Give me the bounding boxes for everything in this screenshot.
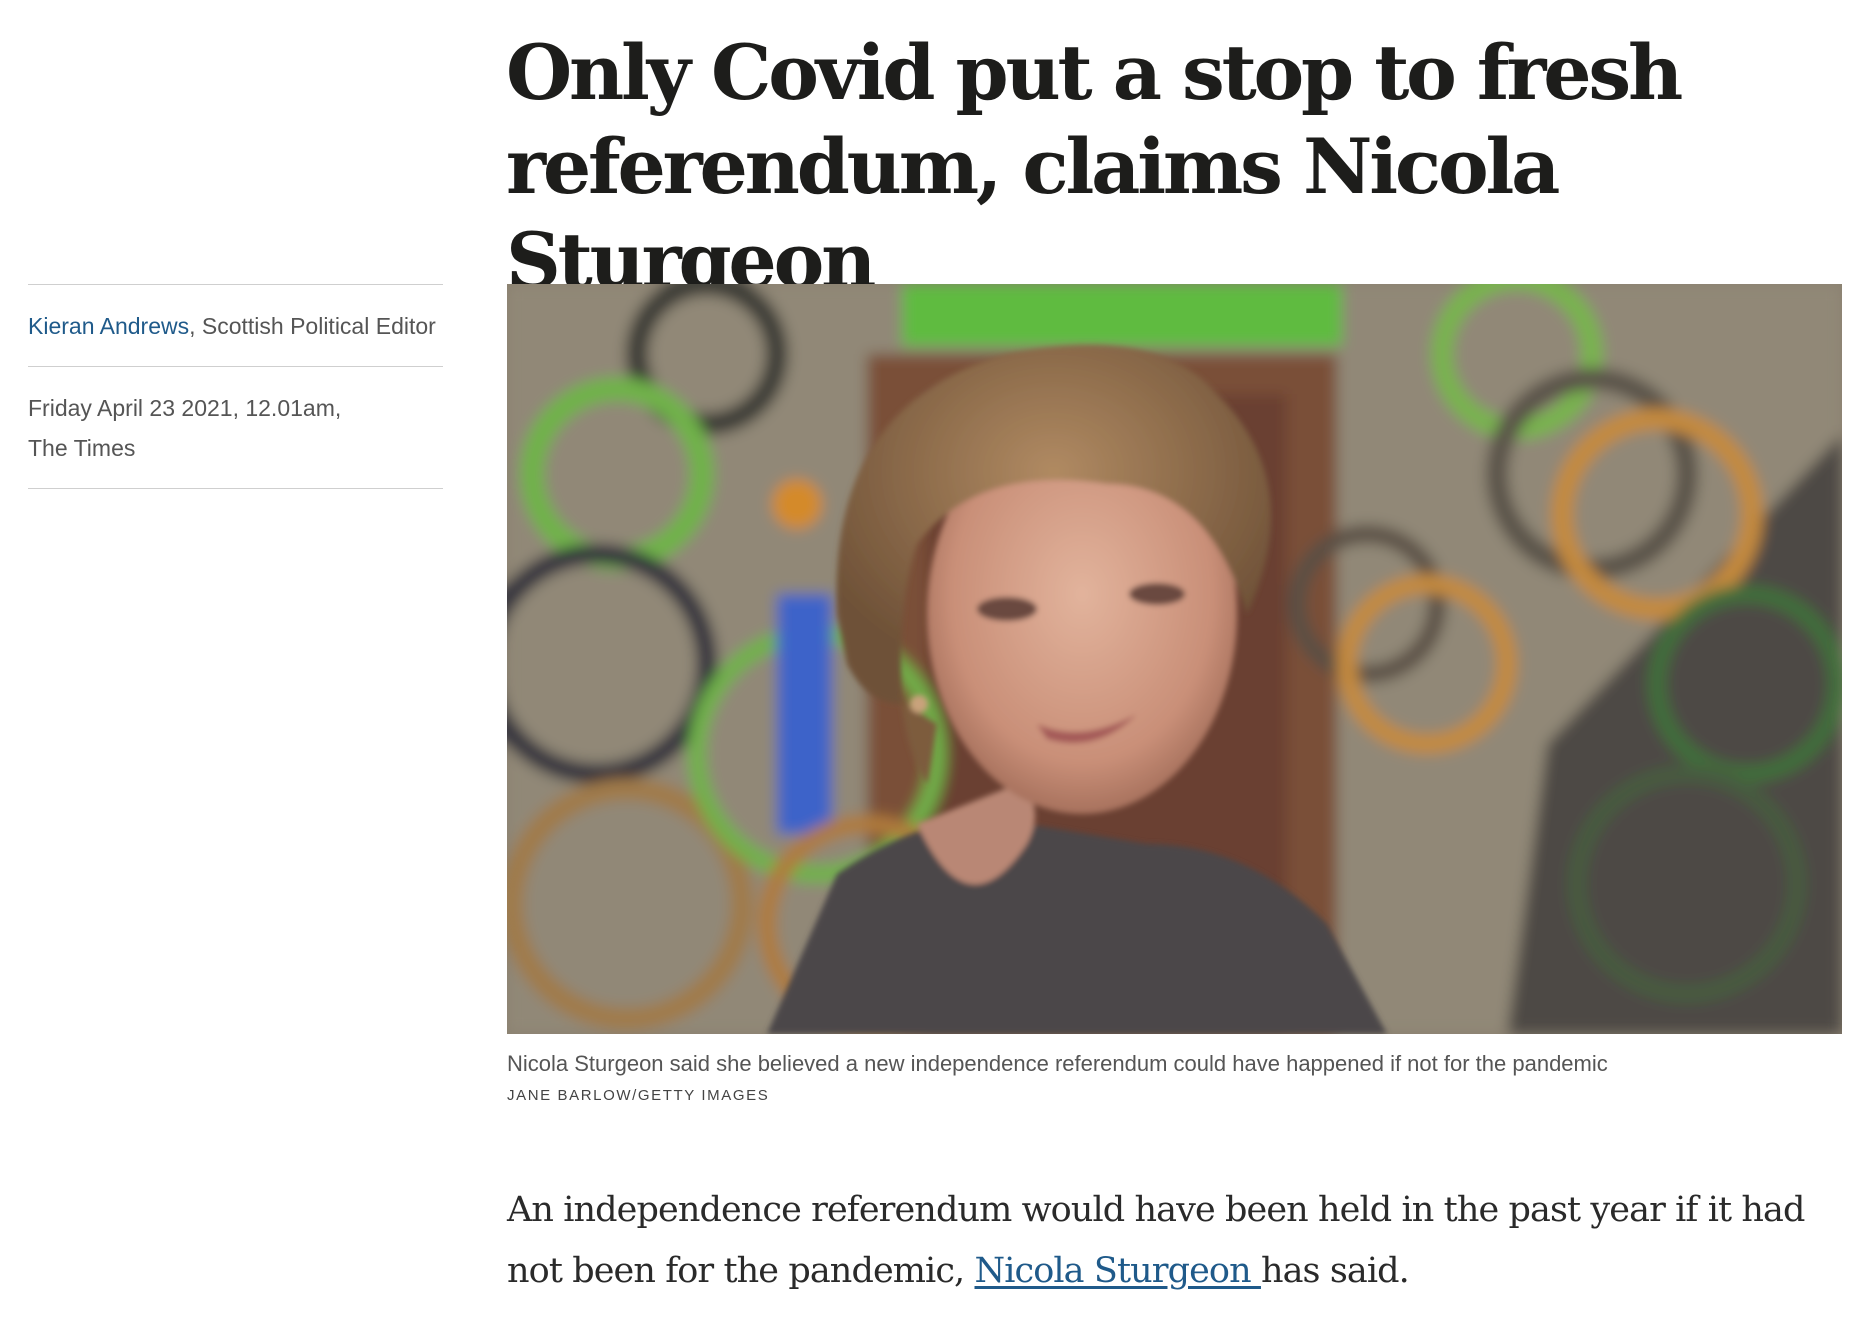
author-link[interactable]: Kieran Andrews xyxy=(28,313,189,339)
author-role: Scottish Political Editor xyxy=(201,313,436,339)
article-intro-paragraph: An independence referendum would have be… xyxy=(507,1180,1852,1302)
article-meta: Kieran Andrews, Scottish Political Edito… xyxy=(28,284,443,489)
image-credit: JANE BARLOW/GETTY IMAGES xyxy=(507,1087,770,1104)
byline-separator: , xyxy=(189,313,202,339)
publish-date: Friday April 23 2021, 12.01am, xyxy=(28,395,342,421)
dateline: Friday April 23 2021, 12.01am, The Times xyxy=(28,367,443,488)
byline: Kieran Andrews, Scottish Political Edito… xyxy=(28,285,443,366)
lead-photo xyxy=(507,284,1842,1034)
image-caption: Nicola Sturgeon said she believed a new … xyxy=(507,1051,1608,1076)
meta-divider xyxy=(28,488,443,489)
article-headline: Only Covid put a stop to fresh referendu… xyxy=(506,28,1683,305)
publication-name: The Times xyxy=(28,435,136,461)
intro-text-after: has said. xyxy=(1260,1251,1410,1291)
nicola-sturgeon-link[interactable]: Nicola Sturgeon xyxy=(975,1251,1261,1291)
lead-image-figure: Nicola Sturgeon said she believed a new … xyxy=(507,284,1842,1106)
